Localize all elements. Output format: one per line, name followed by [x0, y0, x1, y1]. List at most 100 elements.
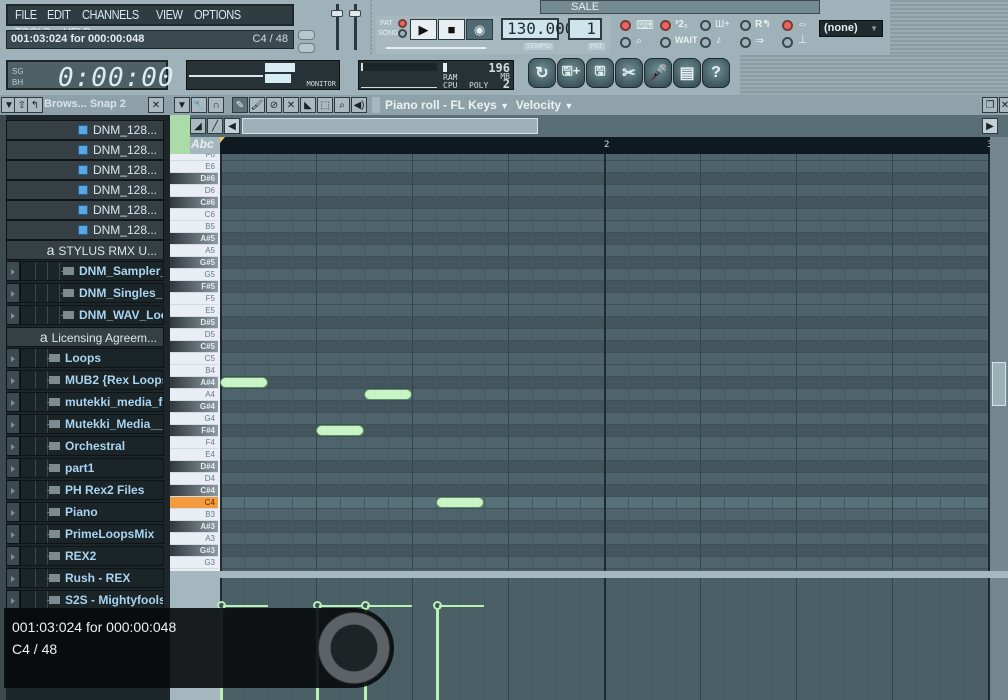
piano-key[interactable]: G4 — [170, 413, 218, 425]
tools-button[interactable]: 🔧 — [191, 97, 207, 113]
save-new-button[interactable]: 🖫+ — [557, 58, 585, 88]
save-button[interactable]: 🖫 — [586, 58, 614, 88]
browser-folder-item[interactable]: mutekki_media_fx2 — [20, 392, 164, 412]
browser-folder-item[interactable]: PH Rex2 Files — [20, 480, 164, 500]
piano-roll-note[interactable] — [364, 389, 412, 400]
browser-folder-item[interactable]: DNM_WAV_Loo... — [20, 305, 164, 325]
playback-tool-button[interactable]: ◀) — [351, 97, 367, 113]
browser-file-item[interactable]: DNM_128... — [6, 220, 164, 240]
wave-button[interactable] — [298, 43, 315, 53]
note-toggle[interactable] — [700, 37, 711, 48]
sale-banner[interactable]: SALE — [540, 0, 820, 14]
browser-folder-item[interactable]: DNM_Sampler_... — [20, 261, 164, 281]
expand-arrow-icon[interactable] — [6, 414, 20, 434]
piano-key[interactable]: G3 — [170, 557, 218, 569]
piano-key[interactable]: E4 — [170, 449, 218, 461]
piano-key[interactable]: D#6 — [170, 173, 218, 185]
pattern-display[interactable]: 1 — [568, 18, 602, 40]
piano-key[interactable]: D4 — [170, 473, 218, 485]
help-button[interactable]: ? — [702, 58, 730, 88]
fader-handle[interactable] — [331, 10, 343, 17]
mute-tool-button[interactable]: ✕ — [283, 97, 299, 113]
song-position-slider[interactable] — [386, 47, 486, 49]
line-button[interactable]: ╱ — [207, 118, 223, 134]
timeline-ruler[interactable]: 2 3 — [220, 137, 992, 154]
note-names-button[interactable]: Abc — [190, 137, 220, 154]
expand-arrow-icon[interactable] — [6, 348, 20, 368]
song-mode-radio[interactable] — [398, 29, 407, 38]
wait-for-input-toggle[interactable] — [660, 37, 671, 48]
paint-tool-button[interactable]: 🖌 — [249, 97, 265, 113]
piano-key[interactable]: D#5 — [170, 317, 218, 329]
expand-arrow-icon[interactable] — [372, 97, 380, 113]
expand-arrow-icon[interactable] — [6, 370, 20, 390]
event-selector[interactable]: Velocity — [516, 98, 561, 112]
browser-text-item[interactable]: a STYLUS RMX U... — [6, 240, 164, 260]
piano-key[interactable]: C#6 — [170, 197, 218, 209]
piano-key[interactable]: A3 — [170, 533, 218, 545]
delete-tool-button[interactable]: ⊘ — [266, 97, 282, 113]
playhead-marker[interactable] — [220, 137, 225, 143]
piano-key[interactable]: C5 — [170, 353, 218, 365]
browser-back-button[interactable]: ↰ — [27, 97, 43, 113]
piano-roll-note[interactable] — [220, 377, 268, 388]
piano-key[interactable]: B3 — [170, 509, 218, 521]
piano-key[interactable]: B5 — [170, 221, 218, 233]
piano-roll-note[interactable] — [436, 497, 484, 508]
event-pane-scrollbar[interactable] — [990, 578, 1008, 700]
piano-key[interactable]: E5 — [170, 305, 218, 317]
browser-folder-item[interactable]: PrimeLoopsMix — [20, 524, 164, 544]
browser-folder-item[interactable]: Loops — [20, 348, 164, 368]
vertical-scrollbar-thumb[interactable] — [992, 362, 1006, 406]
menu-edit[interactable]: EDIT — [47, 6, 71, 24]
select-tool-button[interactable]: ⬚ — [317, 97, 333, 113]
piano-key[interactable]: F5 — [170, 293, 218, 305]
browser-folder-item[interactable]: DNM_Singles_H... — [20, 283, 164, 303]
browser-close-button[interactable]: ✕ — [148, 97, 164, 113]
piano-key[interactable]: C#5 — [170, 341, 218, 353]
piano-key[interactable]: F#4 — [170, 425, 218, 437]
draw-tool-button[interactable]: ✎ — [232, 97, 248, 113]
expand-arrow-icon[interactable] — [6, 502, 20, 522]
browser-folder-item[interactable]: S2S - Mightyfools ... — [20, 590, 164, 610]
recording-loop-toggle[interactable] — [740, 20, 751, 31]
project-info-button[interactable]: ▤ — [673, 58, 701, 88]
expand-arrow-icon[interactable] — [6, 480, 20, 500]
close-window-button[interactable]: ✕ — [999, 97, 1008, 113]
play-button[interactable]: ▶ — [410, 19, 437, 40]
piano-key[interactable]: E6 — [170, 161, 218, 173]
piano-key[interactable]: G#4 — [170, 401, 218, 413]
fader-handle[interactable] — [349, 10, 361, 17]
expand-arrow-icon[interactable] — [6, 261, 20, 281]
piano-key[interactable]: G5 — [170, 269, 218, 281]
piano-key[interactable]: C6 — [170, 209, 218, 221]
piano-key[interactable]: G#5 — [170, 257, 218, 269]
piano-key[interactable]: G#3 — [170, 545, 218, 557]
piano-key[interactable]: D5 — [170, 329, 218, 341]
snap-magnet-button[interactable]: ∩ — [208, 97, 224, 113]
piano-roll-title[interactable]: Piano roll - FL Keys ▼ Velocity ▼ — [385, 98, 573, 112]
velocity-slide-button[interactable]: ◢ — [190, 118, 206, 134]
piano-key[interactable]: A#4 — [170, 377, 218, 389]
browser-folder-item[interactable]: Rush - REX — [20, 568, 164, 588]
menu-view[interactable]: VIEW — [156, 6, 183, 24]
undo-button[interactable]: ↻ — [528, 58, 556, 88]
expand-arrow-icon[interactable] — [6, 590, 20, 610]
menu-options[interactable]: OPTIONS — [194, 6, 241, 24]
metronome-toggle[interactable] — [620, 37, 631, 48]
piano-key[interactable]: C#4 — [170, 485, 218, 497]
blend-notes-toggle[interactable] — [782, 20, 793, 31]
browser-file-item[interactable]: DNM_128... — [6, 160, 164, 180]
browser-folder-item[interactable]: Orchestral — [20, 436, 164, 456]
scroll-right-button[interactable]: ▶ — [982, 118, 998, 134]
piano-key[interactable]: F#5 — [170, 281, 218, 293]
arrow-toggle[interactable] — [740, 37, 751, 48]
piano-key[interactable]: A4 — [170, 389, 218, 401]
piano-roll-note[interactable] — [316, 425, 364, 436]
horizontal-scrollbar-thumb[interactable] — [242, 118, 538, 134]
piano-key[interactable]: C4 — [170, 497, 218, 509]
scroll-left-button[interactable]: ◀ — [224, 118, 240, 134]
piano-key[interactable]: D#4 — [170, 461, 218, 473]
expand-arrow-icon[interactable] — [6, 392, 20, 412]
step-edit-toggle[interactable] — [700, 20, 711, 31]
